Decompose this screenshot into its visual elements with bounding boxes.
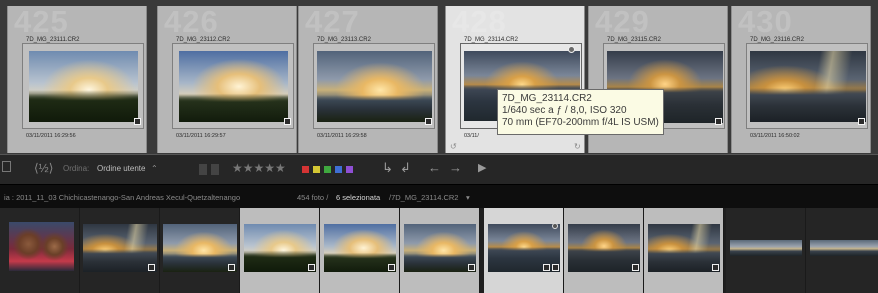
filmstrip-thumb[interactable] xyxy=(240,208,320,293)
cell-capture-date: 03/11/ xyxy=(464,133,479,139)
rotate-left-icon[interactable]: ↳ xyxy=(382,161,393,175)
color-label-blue[interactable] xyxy=(335,166,342,173)
folder-path[interactable]: ia : 2011_11_03 Chichicastenango-San And… xyxy=(4,193,240,202)
edited-badge-icon xyxy=(858,118,865,125)
cell-thumbnail-frame[interactable] xyxy=(172,43,294,129)
current-file[interactable]: /7D_MG_23114.CR2 xyxy=(389,193,458,202)
edited-badge-icon xyxy=(284,118,291,125)
rotate-right-icon[interactable]: ↲ xyxy=(400,161,411,175)
photo-thumbnail xyxy=(83,224,157,272)
photo-thumbnail xyxy=(648,224,720,272)
color-label-red[interactable] xyxy=(302,166,309,173)
cell-thumbnail-frame[interactable] xyxy=(22,43,144,129)
photo-thumbnail xyxy=(244,224,316,272)
photo-count: 454 foto / xyxy=(297,193,329,202)
edited-badge-icon xyxy=(712,264,719,271)
play-slideshow-icon[interactable]: ▶ xyxy=(478,161,486,175)
cell-index: 429 xyxy=(595,6,650,39)
tooltip-exposure: 1/640 sec a ƒ / 8,0, ISO 320 xyxy=(502,105,627,116)
edited-badge-icon xyxy=(468,264,475,271)
grid-cell-430[interactable]: 430 7D_MG_23116.CR2 03/11/2011 16:50:02 xyxy=(731,6,871,153)
edited-badge-icon xyxy=(134,118,141,125)
metadata-tooltip: 7D_MG_23114.CR2 1/640 sec a ƒ / 8,0, ISO… xyxy=(497,89,664,135)
filmstrip-thumb[interactable] xyxy=(320,208,400,293)
library-grid: 425 7D_MG_23111.CR2 03/11/2011 16:29:56 … xyxy=(0,0,878,154)
filmstrip-thumb[interactable] xyxy=(644,208,724,293)
filmstrip-thumb[interactable] xyxy=(806,208,878,293)
pick-flag-icon xyxy=(552,223,558,229)
filmstrip-thumb-active[interactable] xyxy=(484,208,564,293)
photo-thumbnail xyxy=(324,224,396,272)
flag-pick-icon[interactable] xyxy=(199,164,207,175)
sort-chevron-icon[interactable]: ⌃ xyxy=(151,164,158,173)
photo-thumbnail[interactable] xyxy=(750,51,866,122)
previous-arrow-icon[interactable]: ← xyxy=(428,161,441,175)
sort-label: Ordina: xyxy=(63,164,90,173)
photo-thumbnail xyxy=(730,240,802,256)
edited-badge-icon xyxy=(148,264,155,271)
cell-index: 427 xyxy=(305,6,360,39)
filmstrip-thumb[interactable] xyxy=(564,208,644,293)
grid-cell-426[interactable]: 426 7D_MG_23112.CR2 03/11/2011 16:29:57 xyxy=(157,6,297,153)
painter-icon[interactable]: ⟨½⟩ xyxy=(34,161,53,175)
filmstrip-status-bar: ia : 2011_11_03 Chichicastenango-San And… xyxy=(0,184,878,208)
grid-cell-427[interactable]: 427 7D_MG_23113.CR2 03/11/2011 16:29:58 xyxy=(298,6,438,153)
grid-view-icon[interactable] xyxy=(2,161,11,172)
filmstrip xyxy=(0,208,878,293)
cell-thumbnail-frame[interactable] xyxy=(746,43,868,129)
photo-thumbnail[interactable] xyxy=(179,51,288,122)
filmstrip-thumb[interactable] xyxy=(726,208,806,293)
tooltip-filename: 7D_MG_23114.CR2 xyxy=(502,93,592,104)
edited-badge-icon xyxy=(552,264,559,271)
photo-thumbnail xyxy=(810,240,878,256)
sort-order-select[interactable]: Ordine utente xyxy=(97,164,145,173)
photo-thumbnail[interactable] xyxy=(29,51,138,122)
tooltip-lens: 70 mm (EF70-200mm f/4L IS USM) xyxy=(502,117,659,128)
cell-capture-date: 03/11/2011 16:29:57 xyxy=(176,133,226,139)
color-label-green[interactable] xyxy=(324,166,331,173)
filmstrip-thumb[interactable] xyxy=(400,208,480,293)
library-toolbar: ⟨½⟩ Ordina: Ordine utente ⌃ ★★★★★ ↳ ↲ ← … xyxy=(0,154,878,184)
grid-cells: 425 7D_MG_23111.CR2 03/11/2011 16:29:56 … xyxy=(0,6,878,154)
color-label-purple[interactable] xyxy=(346,166,353,173)
cell-index: 428 xyxy=(452,6,507,39)
edited-badge-icon xyxy=(308,264,315,271)
flag-reject-icon[interactable] xyxy=(211,164,219,175)
photo-thumbnail xyxy=(568,224,640,272)
edited-badge-icon xyxy=(543,264,550,271)
cell-thumbnail-frame[interactable] xyxy=(313,43,435,129)
edited-badge-icon xyxy=(425,118,432,125)
cell-index: 430 xyxy=(738,6,793,39)
cell-capture-date: 03/11/2011 16:50:02 xyxy=(750,133,800,139)
filmstrip-thumb[interactable] xyxy=(160,208,240,293)
color-label-yellow[interactable] xyxy=(313,166,320,173)
star-rating[interactable]: ★★★★★ xyxy=(232,161,286,175)
cell-index: 426 xyxy=(164,6,219,39)
filmstrip-thumb[interactable] xyxy=(80,208,160,293)
photo-thumbnail xyxy=(404,224,476,272)
edited-badge-icon xyxy=(632,264,639,271)
pick-flag-icon[interactable] xyxy=(568,46,575,53)
photo-thumbnail xyxy=(163,224,237,272)
selected-count: 6 selezionata xyxy=(336,193,381,202)
edited-badge-icon xyxy=(388,264,395,271)
cell-capture-date: 03/11/2011 16:29:56 xyxy=(26,133,76,139)
cell-index: 425 xyxy=(14,6,69,39)
grid-cell-425[interactable]: 425 7D_MG_23111.CR2 03/11/2011 16:29:56 xyxy=(7,6,147,153)
current-file-chevron-icon[interactable]: ▾ xyxy=(466,193,470,202)
filmstrip-thumb[interactable] xyxy=(0,208,80,293)
edited-badge-icon xyxy=(715,118,722,125)
photo-thumbnail[interactable] xyxy=(317,51,432,122)
edited-badge-icon xyxy=(228,264,235,271)
next-arrow-icon[interactable]: → xyxy=(449,161,462,175)
photo-thumbnail xyxy=(9,222,74,271)
rotate-left-icon[interactable]: ↺ xyxy=(450,142,457,151)
cell-capture-date: 03/11/2011 16:29:58 xyxy=(317,133,367,139)
rotate-right-icon[interactable]: ↻ xyxy=(574,142,581,151)
